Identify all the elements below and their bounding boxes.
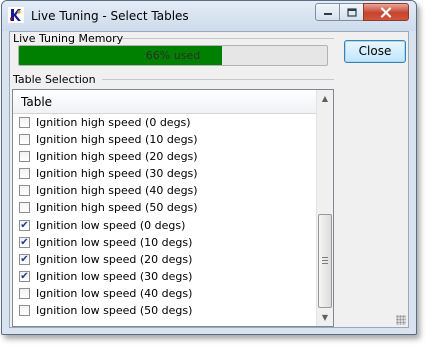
table-row-checkbox[interactable]	[19, 202, 30, 214]
table-row[interactable]: Ignition low speed (40 degs)	[13, 285, 316, 302]
table-row-label: Ignition high speed (50 degs)	[36, 201, 198, 215]
table-row-checkbox[interactable]	[19, 287, 30, 299]
table-row[interactable]: ✔ Ignition low speed (20 degs)	[13, 251, 316, 268]
window-close-button[interactable]	[363, 3, 409, 21]
checkmark-icon: ✔	[20, 236, 29, 248]
table-row-label: Ignition high speed (20 degs)	[36, 150, 198, 164]
close-button[interactable]: Close	[344, 40, 406, 63]
scroll-up-button[interactable]: ▲	[317, 90, 333, 107]
table-row-checkbox[interactable]: ✔	[19, 219, 30, 231]
table-row[interactable]: ✔ Ignition low speed (10 degs)	[13, 234, 316, 251]
vertical-scrollbar[interactable]: ▲ ▼	[316, 90, 333, 326]
table-row[interactable]: Ignition high speed (20 degs)	[13, 148, 316, 165]
minimize-button[interactable]	[315, 3, 340, 21]
dialog-client-area: Live Tuning Memory 66% used Close Table …	[9, 31, 409, 328]
scroll-down-button[interactable]: ▼	[317, 309, 333, 326]
table-row-label: Ignition low speed (20 degs)	[36, 252, 193, 266]
table-row-label: Ignition high speed (30 degs)	[36, 167, 198, 181]
scroll-up-icon: ▲	[321, 94, 329, 103]
table-row-checkbox[interactable]	[19, 168, 30, 180]
table-row-label: Ignition high speed (10 degs)	[36, 133, 198, 147]
table-column-header-label: Table	[21, 95, 53, 109]
table-row-label: Ignition low speed (0 degs)	[36, 218, 186, 232]
table-row-label: Ignition low speed (30 degs)	[36, 269, 193, 283]
table-row-checkbox[interactable]	[19, 134, 30, 146]
checkmark-icon: ✔	[20, 219, 29, 231]
table-row[interactable]: Ignition high speed (0 degs)	[13, 114, 316, 131]
selection-group-label: Table Selection	[12, 73, 97, 86]
table-row-checkbox[interactable]	[19, 151, 30, 163]
title-bar[interactable]: Live Tuning - Select Tables	[2, 1, 416, 31]
table-row[interactable]: Ignition low speed (50 degs)	[13, 302, 316, 319]
table-row[interactable]: Ignition high speed (10 degs)	[13, 131, 316, 148]
table-row[interactable]: Ignition high speed (50 degs)	[13, 199, 316, 216]
table-row[interactable]: ✔ Ignition low speed (0 degs)	[13, 217, 316, 234]
scrollbar-grip-icon	[322, 257, 328, 264]
table-list[interactable]: Table Ignition high speed (0 degs) Igniti…	[12, 89, 334, 327]
live-tuning-window: Live Tuning - Select Tables Live Tuning …	[1, 0, 417, 335]
table-row-checkbox[interactable]	[19, 305, 30, 317]
app-logo-icon	[8, 7, 24, 23]
table-row[interactable]: ✔ Ignition low speed (30 degs)	[13, 268, 316, 285]
table-row[interactable]: Ignition high speed (30 degs)	[13, 165, 316, 182]
table-row-label: Ignition low speed (10 degs)	[36, 235, 193, 249]
maximize-button[interactable]	[339, 3, 364, 21]
memory-group-rule	[122, 38, 334, 39]
memory-progress-text: 66% used	[145, 49, 201, 62]
checkmark-icon: ✔	[20, 253, 29, 265]
table-row-checkbox[interactable]: ✔	[19, 253, 30, 265]
table-row-checkbox[interactable]: ✔	[19, 270, 30, 282]
scroll-down-icon: ▼	[321, 313, 329, 322]
checkmark-icon: ✔	[20, 270, 29, 282]
table-row-checkbox[interactable]	[19, 185, 30, 197]
table-row[interactable]: Ignition high speed (40 degs)	[13, 182, 316, 199]
table-row-checkbox[interactable]: ✔	[19, 236, 30, 248]
table-column-header[interactable]: Table	[13, 90, 316, 114]
selection-group-rule	[102, 79, 334, 80]
memory-group-label: Live Tuning Memory	[12, 32, 125, 45]
table-row-label: Ignition high speed (0 degs)	[36, 116, 191, 129]
close-icon	[380, 6, 392, 18]
table-row-label: Ignition high speed (40 degs)	[36, 184, 198, 198]
table-row-checkbox[interactable]	[19, 117, 30, 128]
table-row-label: Ignition low speed (50 degs)	[36, 304, 193, 318]
table-rows: Ignition high speed (0 degs) Ignition hig…	[13, 114, 316, 319]
memory-progress-bar: 66% used	[18, 45, 328, 66]
table-row-label: Ignition low speed (40 degs)	[36, 286, 193, 300]
scrollbar-thumb[interactable]	[318, 214, 332, 308]
minimize-icon	[323, 13, 332, 15]
window-title: Live Tuning - Select Tables	[31, 9, 189, 23]
maximize-icon	[346, 7, 357, 17]
resize-grip-icon[interactable]	[396, 315, 406, 325]
